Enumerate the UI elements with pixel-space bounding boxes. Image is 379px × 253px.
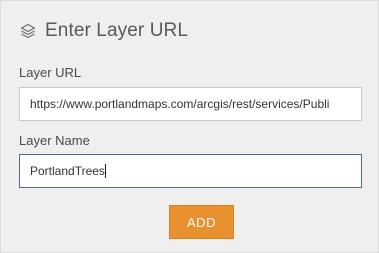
text-caret [104, 164, 106, 178]
layer-name-label: Layer Name [19, 133, 90, 148]
layer-url-input[interactable]: https://www.portlandmaps.com/arcgis/rest… [19, 87, 362, 121]
layers-icon [19, 22, 37, 40]
enter-layer-url-panel: Enter Layer URL Layer URL https://www.po… [0, 0, 379, 253]
panel-header: Enter Layer URL [19, 19, 188, 43]
layer-url-value: https://www.portlandmaps.com/arcgis/rest… [30, 97, 330, 111]
layer-name-input[interactable]: PortlandTrees [19, 154, 362, 188]
add-button[interactable]: ADD [169, 205, 234, 239]
layer-url-label: Layer URL [19, 65, 82, 80]
panel-title: Enter Layer URL [45, 20, 189, 41]
layer-name-value: PortlandTrees [30, 164, 105, 178]
